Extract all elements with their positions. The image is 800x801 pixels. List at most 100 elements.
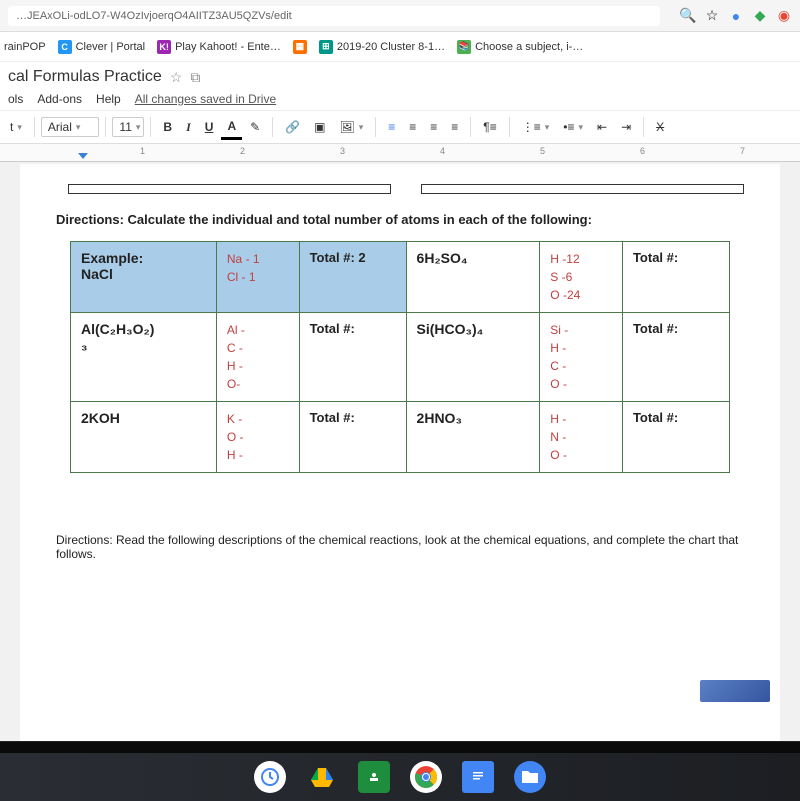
extension-icon-2[interactable]: ◆: [752, 8, 768, 24]
cell-total[interactable]: Total #: 2: [299, 242, 406, 313]
ruler-tick: 1: [140, 146, 145, 156]
cell-total[interactable]: Total #:: [299, 313, 406, 402]
separator: [34, 117, 35, 137]
horizontal-ruler[interactable]: 1 2 3 4 5 6 7: [0, 144, 800, 162]
text-color-button[interactable]: A: [221, 115, 242, 140]
paragraph-style-select[interactable]: t: [4, 116, 28, 138]
extension-icon-3[interactable]: ◉: [776, 8, 792, 24]
shelf-drive-icon[interactable]: [306, 761, 338, 793]
indent-marker[interactable]: [78, 153, 88, 159]
cell-total[interactable]: Total #:: [299, 402, 406, 473]
separator: [272, 117, 273, 137]
separator: [375, 117, 376, 137]
bookmark-clever[interactable]: C Clever | Portal: [58, 40, 146, 54]
ruler-tick: 4: [440, 146, 445, 156]
bookmark-subject[interactable]: 📚 Choose a subject, i-…: [457, 40, 583, 54]
cell-total[interactable]: Total #:: [622, 313, 729, 402]
atoms-table[interactable]: Example: NaCl Na - 1 Cl - 1 Total #: 2 6…: [70, 241, 730, 473]
align-center-button[interactable]: ≡: [403, 116, 422, 138]
bullet-list-button[interactable]: •≡: [557, 116, 589, 138]
cell-breakdown[interactable]: Na - 1 Cl - 1: [216, 242, 299, 313]
total-label: Total #:: [633, 250, 719, 265]
cell-breakdown[interactable]: Si - H - C - O -: [540, 313, 623, 402]
cell-formula[interactable]: Si(HCO₃)₄: [406, 313, 540, 402]
page[interactable]: Directions: Calculate the individual and…: [20, 164, 780, 762]
bookmark-label: 2019-20 Cluster 8-1…: [337, 41, 445, 53]
formula-label: Al(C₂H₃O₂) ₃: [81, 321, 206, 353]
font-size-select[interactable]: 11: [112, 117, 144, 137]
italic-button[interactable]: I: [180, 116, 197, 139]
doc-title-row: cal Formulas Practice ☆ ⧉: [8, 68, 800, 88]
header-box-right: [421, 184, 744, 194]
browser-action-icons: 🔍 ☆ ● ◆ ◉: [680, 8, 792, 24]
cell-total[interactable]: Total #:: [622, 402, 729, 473]
formula-label: 2HNO₃: [417, 410, 530, 426]
formatting-toolbar: t Arial 11 B I U A ✎ 🔗 ▣ 🖼 ≡ ≡ ≡ ≡ ¶≡ ⋮≡…: [0, 110, 800, 144]
doc-title[interactable]: cal Formulas Practice: [8, 68, 162, 86]
separator: [509, 117, 510, 137]
cell-breakdown[interactable]: K - O - H -: [216, 402, 299, 473]
shelf-chrome-icon[interactable]: [410, 761, 442, 793]
total-label: Total #:: [633, 410, 719, 425]
shelf-docs-icon[interactable]: [462, 761, 494, 793]
total-label: Total #:: [633, 321, 719, 336]
align-right-button[interactable]: ≡: [424, 116, 443, 138]
star-doc-icon[interactable]: ☆: [170, 69, 183, 86]
bookmark-label: Clever | Portal: [76, 41, 146, 53]
bookmark-kahoot[interactable]: K! Play Kahoot! - Ente…: [157, 40, 281, 54]
menu-tools[interactable]: ols: [8, 92, 23, 106]
link-button[interactable]: 🔗: [279, 116, 306, 138]
cell-breakdown[interactable]: H -12 S -6 O -24: [540, 242, 623, 313]
menu-help[interactable]: Help: [96, 92, 121, 106]
ruler-tick: 6: [640, 146, 645, 156]
atom-breakdown: K - O - H -: [227, 410, 289, 464]
line-spacing-button[interactable]: ¶≡: [477, 116, 502, 138]
atom-breakdown: H - N - O -: [550, 410, 612, 464]
clear-format-button[interactable]: X: [650, 116, 670, 138]
bookmark-brainpop[interactable]: rainPOP: [4, 41, 46, 53]
search-icon[interactable]: 🔍: [680, 8, 696, 24]
bookmark-unknown[interactable]: ▦: [293, 40, 307, 54]
menu-addons[interactable]: Add-ons: [37, 92, 82, 106]
cell-formula[interactable]: Al(C₂H₃O₂) ₃: [71, 313, 217, 402]
url-text[interactable]: …JEAxOLi-odLO7-W4OzIvjoerqO4AIITZ3AU5QZV…: [8, 6, 660, 26]
cell-breakdown[interactable]: Al - C - H - O-: [216, 313, 299, 402]
cell-formula[interactable]: 6H₂SO₄: [406, 242, 540, 313]
numbered-list-button[interactable]: ⋮≡: [516, 116, 556, 138]
bookmark-cluster[interactable]: ⊞ 2019-20 Cluster 8-1…: [319, 40, 445, 54]
shelf-files-icon[interactable]: [514, 761, 546, 793]
align-left-button[interactable]: ≡: [382, 116, 401, 138]
indent-decrease-button[interactable]: ⇤: [591, 116, 613, 138]
document-area[interactable]: Directions: Calculate the individual and…: [0, 162, 800, 762]
highlight-button[interactable]: ✎: [244, 116, 266, 138]
separator: [105, 117, 106, 137]
indent-increase-button[interactable]: ⇥: [615, 116, 637, 138]
move-doc-icon[interactable]: ⧉: [190, 69, 200, 86]
saved-status[interactable]: All changes saved in Drive: [135, 92, 276, 106]
font-family-select[interactable]: Arial: [41, 117, 100, 137]
align-justify-button[interactable]: ≡: [445, 116, 464, 138]
clever-icon: C: [58, 40, 72, 54]
shelf-classroom-icon[interactable]: [358, 761, 390, 793]
ruler-tick: 3: [340, 146, 345, 156]
cell-total[interactable]: Total #:: [622, 242, 729, 313]
header-box-left: [68, 184, 391, 194]
comment-button[interactable]: ▣: [308, 116, 331, 138]
extension-icon-1[interactable]: ●: [728, 8, 744, 24]
bold-button[interactable]: B: [157, 116, 178, 138]
image-fragment: [700, 680, 770, 702]
atom-breakdown: Al - C - H - O-: [227, 321, 289, 393]
underline-button[interactable]: U: [199, 116, 220, 138]
doc-header: cal Formulas Practice ☆ ⧉ ols Add-ons He…: [0, 62, 800, 110]
total-label: Total #:: [310, 410, 396, 425]
cell-formula[interactable]: 2HNO₃: [406, 402, 540, 473]
total-label: Total #:: [310, 321, 396, 336]
image-button[interactable]: 🖼: [333, 116, 369, 138]
cell-breakdown[interactable]: H - N - O -: [540, 402, 623, 473]
cell-formula[interactable]: 2KOH: [71, 402, 217, 473]
bookmark-star-icon[interactable]: ☆: [704, 8, 720, 24]
ruler-tick: 5: [540, 146, 545, 156]
directions-2-text: Directions: Read the following descripti…: [56, 533, 744, 561]
shelf-clock-icon[interactable]: [254, 761, 286, 793]
cell-formula[interactable]: Example: NaCl: [71, 242, 217, 313]
